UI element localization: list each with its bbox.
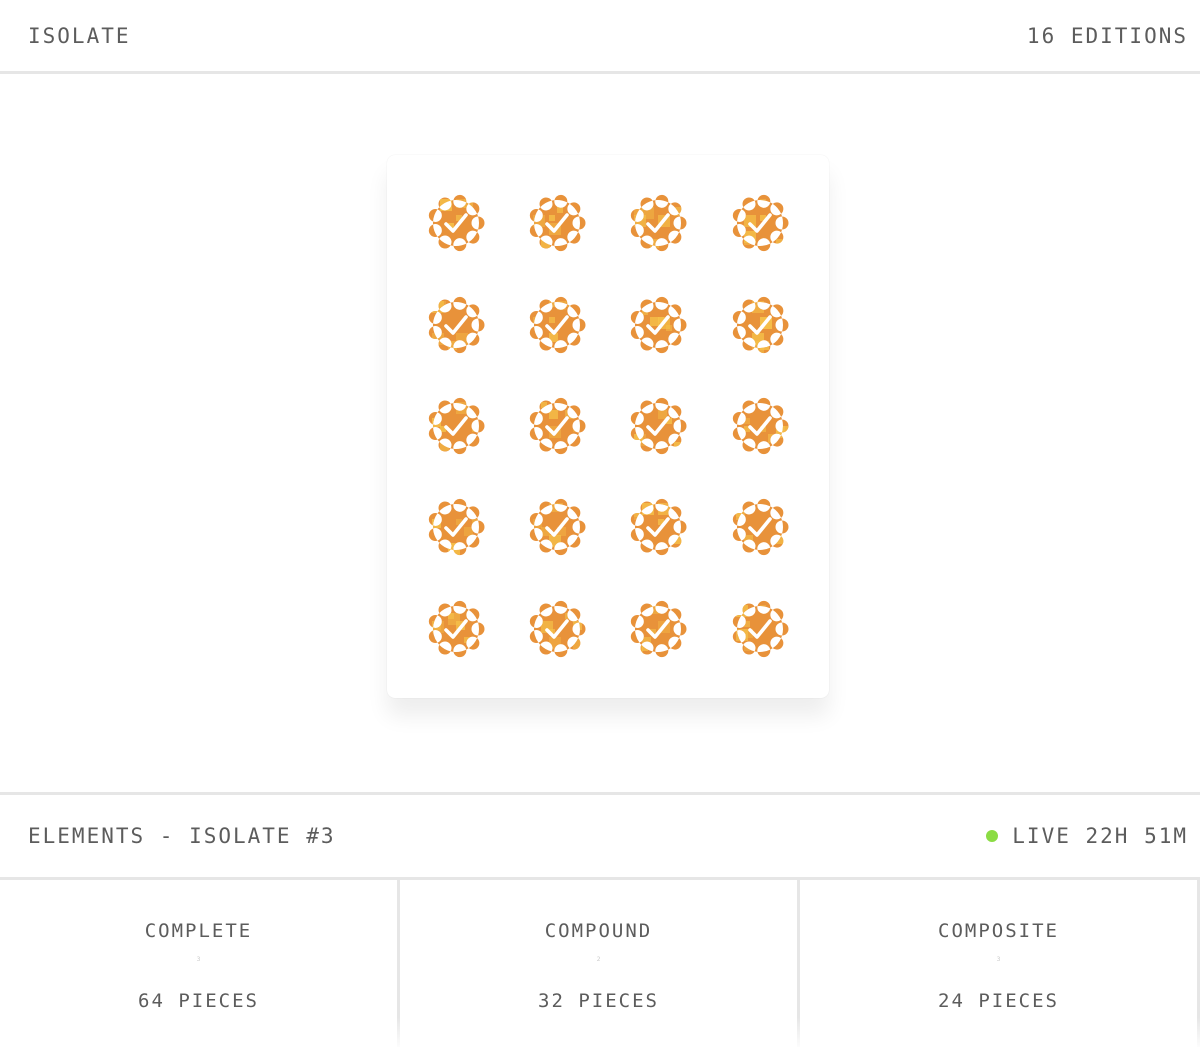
- tier-options: COMPLETE 3 64 PIECES COMPOUND 2 32 PIECE…: [0, 880, 1200, 1047]
- tier-name: COMPOUND: [544, 920, 653, 942]
- live-countdown: LIVE 22H 51M: [1012, 824, 1188, 848]
- verified-check-badge-icon: [428, 498, 485, 556]
- artwork-stage: [0, 74, 1200, 792]
- live-dot-icon: [986, 830, 999, 842]
- verified-check-badge-icon: [529, 397, 586, 455]
- verified-check-badge-icon: [428, 397, 485, 455]
- tier-pieces: 32 PIECES: [538, 990, 659, 1012]
- verified-check-badge-icon: [529, 498, 586, 556]
- tier-sub: 3: [196, 956, 201, 963]
- live-status: LIVE 22H 51M: [986, 824, 1188, 848]
- piece-title: ELEMENTS - ISOLATE #3: [28, 824, 336, 848]
- verified-check-badge-icon: [428, 600, 485, 658]
- verified-check-badge-icon: [630, 498, 687, 556]
- verified-check-badge-icon: [630, 194, 687, 252]
- tier-name: COMPOSITE: [938, 920, 1059, 942]
- top-bar: ISOLATE 16 EDITIONS: [0, 0, 1200, 74]
- verified-check-badge-icon: [732, 296, 789, 354]
- verified-check-badge-icon: [732, 194, 789, 252]
- verified-check-badge-icon: [428, 194, 485, 252]
- verified-check-badge-icon: [428, 296, 485, 354]
- editions-count: 16 EDITIONS: [1026, 23, 1188, 48]
- tier-complete[interactable]: COMPLETE 3 64 PIECES: [0, 880, 400, 1047]
- tier-pieces: 24 PIECES: [938, 990, 1059, 1012]
- tier-name: COMPLETE: [144, 920, 253, 942]
- verified-check-badge-icon: [529, 296, 586, 354]
- verified-check-badge-icon: [732, 498, 789, 556]
- verified-check-badge-icon: [630, 600, 687, 658]
- tier-compound[interactable]: COMPOUND 2 32 PIECES: [400, 880, 800, 1047]
- verified-check-badge-icon: [630, 296, 687, 354]
- collection-title[interactable]: ISOLATE: [28, 24, 131, 48]
- tier-composite[interactable]: COMPOSITE 3 24 PIECES: [800, 880, 1200, 1047]
- tier-sub: 2: [596, 956, 601, 963]
- tier-pieces: 64 PIECES: [138, 990, 259, 1012]
- verified-check-badge-icon: [529, 194, 586, 252]
- verified-check-badge-icon: [630, 397, 687, 455]
- info-bar: ELEMENTS - ISOLATE #3 LIVE 22H 51M: [0, 792, 1200, 880]
- verified-check-badge-icon: [732, 397, 789, 455]
- tier-sub: 3: [996, 956, 1001, 963]
- verified-check-badge-icon: [529, 600, 586, 658]
- verified-check-badge-icon: [732, 600, 789, 658]
- artwork-card[interactable]: [387, 155, 829, 698]
